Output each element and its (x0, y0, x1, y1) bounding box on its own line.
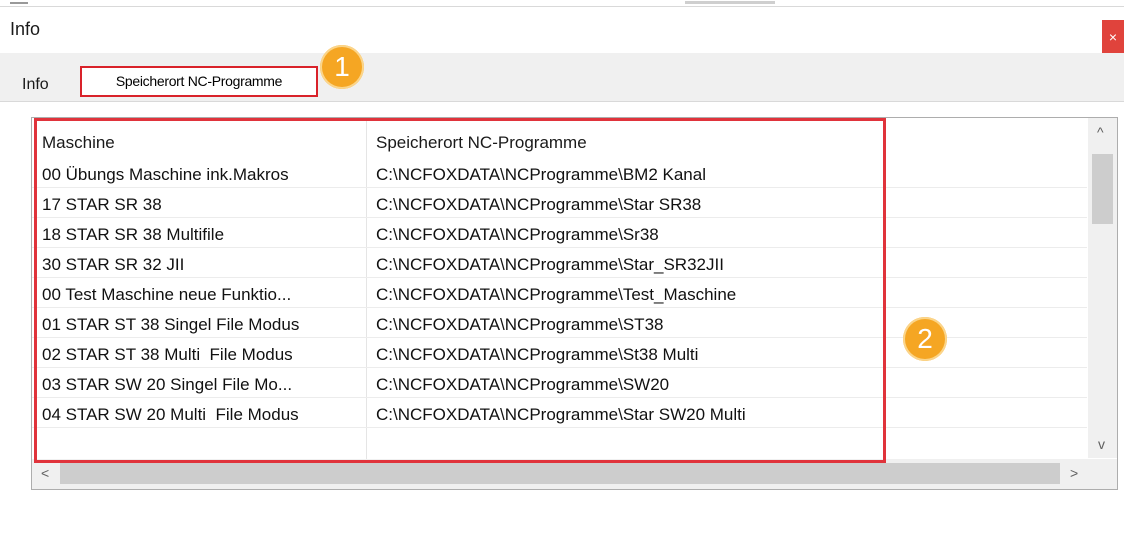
horizontal-scroll-thumb[interactable] (60, 463, 1060, 484)
path-cell: C:\NCFOXDATA\NCProgramme\ST38 (376, 315, 664, 334)
path-cell: C:\NCFOXDATA\NCProgramme\BM2 Kanal (376, 165, 706, 184)
scroll-right-icon[interactable]: > (1070, 465, 1078, 481)
maschine-cell: 17 STAR SR 38 (42, 195, 162, 214)
scroll-down-icon[interactable]: v (1098, 436, 1105, 452)
maschine-cell: 03 STAR SW 20 Singel File Mo... (42, 375, 293, 394)
table-row[interactable]: 03 STAR SW 20 Singel File Mo... C:\NCFOX… (32, 368, 1087, 398)
list-header: Maschine Speicherort NC-Programme (32, 118, 1087, 158)
top-edge-mark (10, 2, 28, 4)
window-titlebar: Info × (0, 7, 1124, 54)
column-header-maschine[interactable]: Maschine (42, 118, 115, 158)
table-row[interactable]: 00 Test Maschine neue Funktio... C:\NCFO… (32, 278, 1087, 308)
path-cell: C:\NCFOXDATA\NCProgramme\Star_SR32JII (376, 255, 724, 274)
scroll-left-icon[interactable]: < (41, 465, 49, 481)
table-row[interactable]: 30 STAR SR 32 JII C:\NCFOXDATA\NCProgram… (32, 248, 1087, 278)
close-icon: × (1108, 29, 1118, 45)
maschine-cell: 00 Übungs Maschine ink.Makros (42, 165, 289, 184)
path-cell: C:\NCFOXDATA\NCProgramme\Sr38 (376, 225, 659, 244)
top-edge (0, 0, 1124, 7)
tab-info[interactable]: Info (12, 68, 63, 98)
maschine-cell: 30 STAR SR 32 JII (42, 255, 185, 274)
maschine-cell: 01 STAR ST 38 Singel File Modus (42, 315, 300, 334)
top-edge-mark (685, 1, 775, 4)
horizontal-scrollbar[interactable]: < > (32, 459, 1117, 489)
path-cell: C:\NCFOXDATA\NCProgramme\Star SW20 Multi (376, 405, 746, 424)
window-title: Info (10, 19, 41, 39)
column-header-speicherort[interactable]: Speicherort NC-Programme (376, 118, 587, 158)
table-row[interactable]: 18 STAR SR 38 Multifile C:\NCFOXDATA\NCP… (32, 218, 1087, 248)
path-cell: C:\NCFOXDATA\NCProgramme\St38 Multi (376, 345, 699, 364)
table-row[interactable]: 00 Übungs Maschine ink.Makros C:\NCFOXDA… (32, 158, 1087, 188)
path-cell: C:\NCFOXDATA\NCProgramme\Star SR38 (376, 195, 702, 214)
table-row[interactable]: 04 STAR SW 20 Multi File Modus C:\NCFOXD… (32, 398, 1087, 428)
path-cell: C:\NCFOXDATA\NCProgramme\Test_Maschine (376, 285, 737, 304)
machine-list[interactable]: Maschine Speicherort NC-Programme 00 Übu… (31, 117, 1118, 490)
callout-badge-1: 1 (320, 45, 364, 89)
maschine-cell: 18 STAR SR 38 Multifile (42, 225, 225, 244)
table-row[interactable]: 17 STAR SR 38 C:\NCFOXDATA\NCProgramme\S… (32, 188, 1087, 218)
maschine-cell: 02 STAR ST 38 Multi File Modus (42, 345, 293, 364)
scroll-up-icon[interactable]: ^ (1097, 124, 1104, 140)
tab-speicherort[interactable]: Speicherort NC-Programme (80, 66, 318, 97)
close-button[interactable]: × (1102, 20, 1124, 54)
vertical-scrollbar[interactable]: ^ v (1088, 118, 1117, 458)
maschine-cell: 04 STAR SW 20 Multi File Modus (42, 405, 299, 424)
maschine-cell: 00 Test Maschine neue Funktio... (42, 285, 292, 304)
callout-badge-2: 2 (903, 317, 947, 361)
path-cell: C:\NCFOXDATA\NCProgramme\SW20 (376, 375, 670, 394)
vertical-scroll-thumb[interactable] (1092, 154, 1113, 224)
